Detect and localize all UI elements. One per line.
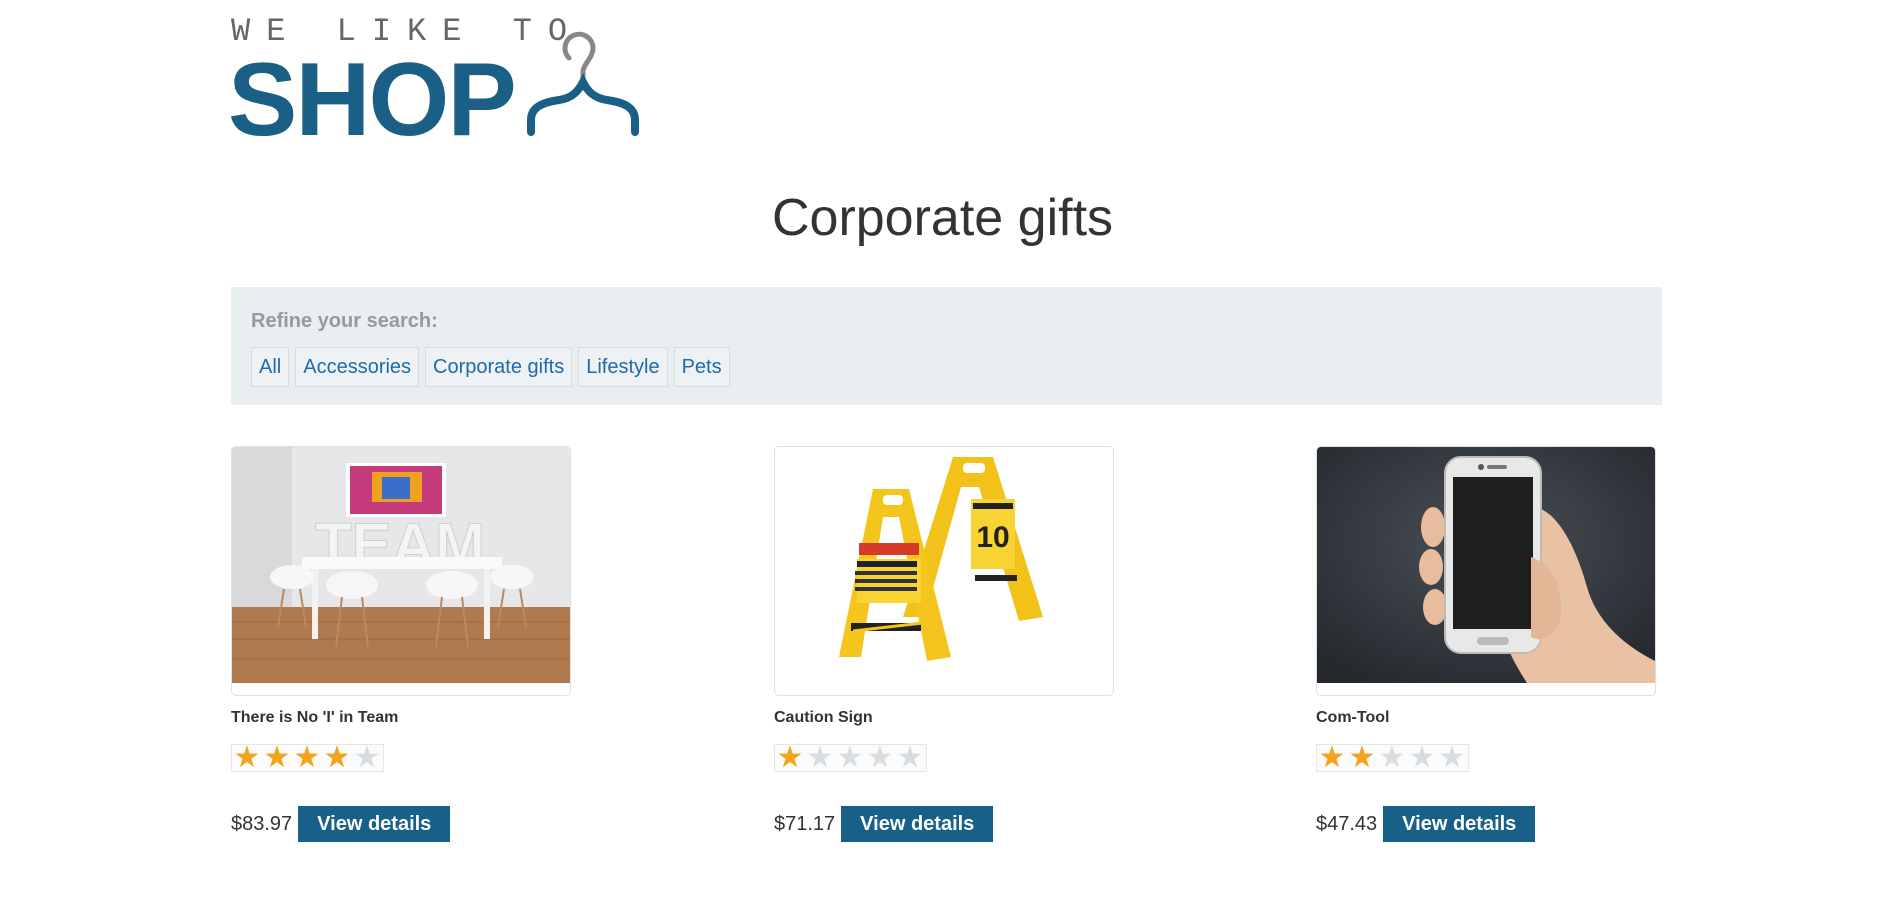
view-details-button[interactable]: View details	[841, 806, 994, 842]
filter-link-lifestyle[interactable]: Lifestyle	[578, 347, 668, 387]
star-icon: ★	[1348, 741, 1376, 774]
star-icon: ★	[353, 741, 381, 774]
team-room-image: TEAM	[232, 447, 570, 683]
page-title: Corporate gifts	[771, 189, 1114, 247]
star-icon: ★	[233, 741, 261, 774]
filter-panel: Refine your search: All Accessories Corp…	[231, 287, 1662, 405]
view-details-button[interactable]: View details	[298, 806, 451, 842]
star-icon: ★	[776, 741, 804, 774]
product-price: $47.43	[1316, 812, 1378, 835]
svg-text:10: 10	[976, 521, 1009, 554]
filter-label: Refine your search:	[251, 310, 438, 332]
star-icon: ★	[323, 741, 351, 774]
product-rating: ★ ★ ★ ★ ★	[1316, 741, 1469, 774]
product-image: 10	[774, 446, 1114, 696]
product-image: TEAM	[231, 446, 571, 696]
star-icon: ★	[896, 741, 924, 774]
product-price: $83.97	[231, 812, 293, 835]
caution-sign-image: 10	[775, 447, 1113, 683]
star-icon: ★	[806, 741, 834, 774]
product-rating: ★ ★ ★ ★ ★	[231, 741, 384, 774]
product-card: 10 Caution Sign ★ ★ ★ ★ ★ $71.17 View de…	[774, 446, 1114, 842]
product-card: Com-Tool ★ ★ ★ ★ ★ $47.43 View details	[1316, 446, 1656, 842]
star-icon: ★	[1438, 741, 1466, 774]
product-rating: ★ ★ ★ ★ ★	[774, 741, 927, 774]
phone-in-hand-image	[1317, 447, 1655, 683]
price-row: $47.43 View details	[1316, 806, 1656, 842]
site-logo[interactable]: WE LIKE TO SHOP	[228, 14, 681, 152]
price-row: $83.97 View details	[231, 806, 571, 842]
product-image	[1316, 446, 1656, 696]
filter-link-accessories[interactable]: Accessories	[295, 347, 420, 387]
product-card: TEAM There is No 'I' in Team ★ ★ ★ ★ ★ $…	[231, 446, 571, 842]
star-icon: ★	[263, 741, 291, 774]
star-icon: ★	[866, 741, 894, 774]
filter-link-pets[interactable]: Pets	[673, 347, 730, 387]
view-details-button[interactable]: View details	[1383, 806, 1536, 842]
star-icon: ★	[293, 741, 321, 774]
star-icon: ★	[1318, 741, 1346, 774]
product-name: There is No 'I' in Team	[231, 709, 399, 726]
filter-link-corporate-gifts[interactable]: Corporate gifts	[425, 347, 573, 387]
hanger-icon	[527, 31, 639, 136]
star-icon: ★	[1378, 741, 1406, 774]
logo-brand: SHOP	[228, 42, 517, 158]
star-icon: ★	[836, 741, 864, 774]
filter-link-all[interactable]: All	[251, 347, 290, 387]
star-icon: ★	[1408, 741, 1436, 774]
price-row: $71.17 View details	[774, 806, 1114, 842]
product-name: Caution Sign	[774, 709, 873, 726]
product-name: Com-Tool	[1316, 709, 1390, 726]
filter-links: All Accessories Corporate gifts Lifestyl…	[251, 347, 1642, 387]
product-price: $71.17	[774, 812, 836, 835]
